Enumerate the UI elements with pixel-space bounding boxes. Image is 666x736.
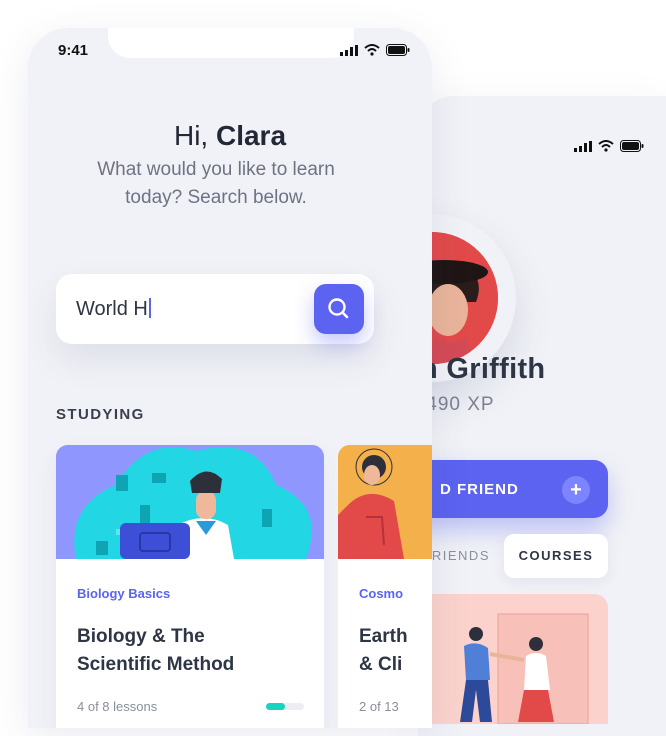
course-illustration — [418, 594, 608, 724]
greeting-prefix: Hi, — [173, 120, 216, 151]
text-caret — [148, 298, 151, 318]
greeting-subtitle: What would you like to learn today? Sear… — [78, 156, 354, 212]
search-value: World H — [76, 298, 148, 320]
phone-notch — [108, 28, 354, 58]
search-screen: 9:41 Hi, Clara What would you like to le… — [28, 28, 432, 728]
course-thumbnail[interactable] — [418, 594, 608, 724]
course-title-line-1: Biology & The — [77, 626, 205, 647]
profile-tabs: RIENDS COURSES — [418, 534, 608, 578]
lesson-progress-text: 4 of 8 lessons — [77, 699, 158, 714]
tab-courses[interactable]: COURSES — [504, 534, 608, 578]
course-category: Biology Basics — [77, 586, 171, 601]
course-title-line-2: & Cli — [359, 654, 403, 675]
signal-icon — [340, 44, 358, 56]
progress-fill — [266, 703, 285, 710]
search-bar[interactable]: World H — [56, 274, 374, 344]
greeting-heading: Hi, Clara — [28, 120, 432, 152]
course-title: Biology & The Scientific Method — [77, 623, 307, 679]
greeting-name: Clara — [215, 120, 287, 151]
profile-screen: h Griffith ,490 XP D FRIEND + RIENDS COU… — [418, 96, 666, 736]
signal-icon — [574, 140, 592, 152]
section-title: STUDYING — [56, 406, 145, 423]
course-title: Earth & Cli — [359, 623, 432, 679]
battery-icon — [386, 44, 410, 56]
subtitle-line-2: today? Search below. — [125, 187, 307, 208]
progress-bar — [266, 703, 304, 710]
add-friend-button[interactable]: D FRIEND + — [418, 460, 608, 518]
status-time: 9:41 — [58, 42, 89, 59]
wifi-icon — [598, 140, 614, 152]
subtitle-line-1: What would you like to learn — [97, 159, 335, 180]
battery-icon — [620, 140, 644, 152]
status-icons — [340, 44, 410, 56]
scientist-illustration — [56, 445, 324, 559]
search-button[interactable] — [314, 284, 364, 334]
course-card[interactable]: Biology Basics Biology & The Scientific … — [56, 445, 324, 728]
status-icons — [574, 140, 644, 152]
course-card[interactable]: Cosmo Earth & Cli 2 of 13 — [338, 445, 432, 728]
plus-icon: + — [562, 476, 590, 504]
course-title-line-2: Scientific Method — [77, 654, 235, 675]
astronaut-illustration — [338, 445, 432, 559]
lesson-progress-text: 2 of 13 — [359, 699, 399, 714]
search-icon — [328, 298, 349, 319]
course-category: Cosmo — [359, 586, 404, 601]
wifi-icon — [364, 44, 380, 56]
profile-name: h Griffith — [420, 353, 546, 385]
course-image — [56, 445, 324, 559]
search-input[interactable]: World H — [76, 298, 151, 321]
add-friend-label: D FRIEND — [440, 481, 519, 498]
course-image — [338, 445, 432, 559]
course-title-line-1: Earth — [359, 626, 408, 647]
